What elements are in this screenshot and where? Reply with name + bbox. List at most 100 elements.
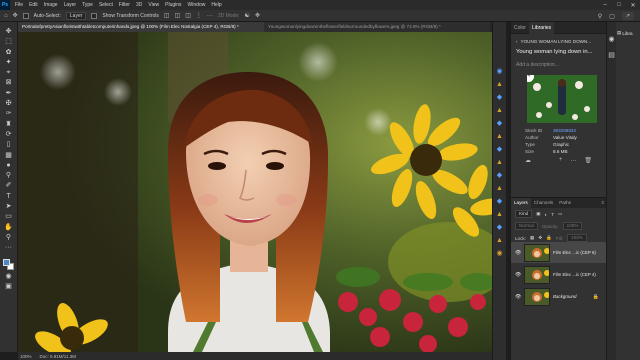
paragraph-icon[interactable]: ◆ xyxy=(495,224,504,232)
move-icon[interactable]: ✥ xyxy=(3,28,15,36)
asset-thumbnail[interactable]: ✎ xyxy=(527,74,597,123)
menu-filter[interactable]: Filter xyxy=(116,2,133,8)
filter-shape-icon[interactable]: ▭ xyxy=(558,211,562,217)
library-back-label[interactable]: YOUNG WOMAN LYING DOWN... xyxy=(521,39,592,44)
share-button[interactable]: ↗ xyxy=(621,12,634,20)
layer-name[interactable]: Film Elec ...ic (CEP 6) xyxy=(553,250,596,255)
menu-select[interactable]: Select xyxy=(96,2,116,8)
lock-pixels-icon[interactable]: ▦ xyxy=(530,235,534,241)
visibility-eye-icon[interactable]: 👁 xyxy=(515,272,521,278)
move-tool-icon[interactable]: ✥ xyxy=(13,12,18,19)
tab-channels[interactable]: Channels xyxy=(531,198,556,208)
color-panel-icon[interactable]: ◉ xyxy=(607,36,616,44)
search-icon[interactable]: ⚲ xyxy=(598,13,602,20)
menu-image[interactable]: Image xyxy=(41,2,61,8)
eraser-icon[interactable]: ▯ xyxy=(3,141,15,149)
gradients-icon[interactable]: ◆ xyxy=(495,120,504,128)
library-add-icon[interactable]: + xyxy=(559,157,563,164)
screen-mode-icon[interactable]: ▣ xyxy=(3,283,15,291)
maximize-icon[interactable]: □ xyxy=(612,0,626,10)
back-arrow-icon[interactable]: ‹ xyxy=(516,39,518,44)
plugins-icon[interactable]: ◉ xyxy=(495,250,504,258)
libraries-panel-icon[interactable]: ▤ xyxy=(607,52,616,60)
hand-icon[interactable]: ✋ xyxy=(3,224,15,232)
menu-view[interactable]: View xyxy=(145,2,162,8)
layer-name[interactable]: Film Elec ...ic (CEP 4) xyxy=(553,272,596,277)
layer-lock-icon[interactable]: 🔒 xyxy=(593,294,599,300)
visibility-eye-icon[interactable]: 👁 xyxy=(515,294,521,300)
blur-icon[interactable]: ● xyxy=(3,162,15,170)
menu-layer[interactable]: Layer xyxy=(61,2,80,8)
tab-layers[interactable]: Layers xyxy=(511,198,531,208)
visibility-eye-icon[interactable]: 👁 xyxy=(515,250,521,256)
foreground-color-swatch[interactable] xyxy=(2,258,10,266)
tab-color[interactable]: Color xyxy=(511,22,529,34)
more-options-icon[interactable]: ··· xyxy=(207,13,213,19)
opacity-field[interactable]: 100% xyxy=(562,222,583,230)
lasso-icon[interactable]: ✿ xyxy=(3,49,15,57)
quick-select-icon[interactable]: ✦ xyxy=(3,59,15,67)
document-tab-active[interactable]: PortraitofprettyAsianfloristwithtabletco… xyxy=(18,22,264,32)
properties-icon[interactable]: ◆ xyxy=(495,146,504,154)
menu-window[interactable]: Window xyxy=(185,2,209,8)
filter-adjust-icon[interactable]: ◐ xyxy=(545,212,548,217)
swatches-icon[interactable]: ◆ xyxy=(495,94,504,102)
dodge-icon[interactable]: ⚲ xyxy=(3,172,15,180)
align-right-icon[interactable]: ◫ xyxy=(185,12,191,19)
layer-row[interactable]: 👁 Film Elec ...ic (CEP 4) xyxy=(511,264,607,285)
adjustments-icon[interactable]: ◉ xyxy=(495,68,504,76)
3d-pan-icon[interactable]: ✥ xyxy=(255,12,260,19)
navigator-icon[interactable]: ▲ xyxy=(495,237,504,245)
align-center-icon[interactable]: ◫ xyxy=(175,12,181,19)
filter-kind-dropdown[interactable]: Kind xyxy=(515,210,533,218)
distribute-icon[interactable]: ⋮ xyxy=(196,12,202,19)
tab-libraries[interactable]: Libraries xyxy=(528,21,555,34)
menu-3d[interactable]: 3D xyxy=(133,2,145,8)
brush-settings-icon[interactable]: ▲ xyxy=(495,81,504,89)
type-icon[interactable]: T xyxy=(3,193,15,201)
menu-type[interactable]: Type xyxy=(79,2,96,8)
trash-icon[interactable]: 🗑 xyxy=(584,157,592,164)
crop-icon[interactable]: ⌖ xyxy=(3,69,15,77)
info-icon[interactable]: ◆ xyxy=(495,198,504,206)
path-select-icon[interactable]: ➤ xyxy=(3,203,15,211)
align-left-icon[interactable]: ◫ xyxy=(164,12,170,19)
marquee-icon[interactable]: ⬚ xyxy=(3,38,15,46)
patterns-icon[interactable]: ▲ xyxy=(495,133,504,141)
styles-icon[interactable]: ▲ xyxy=(495,107,504,115)
clone-stamp-icon[interactable]: ♜ xyxy=(3,121,15,129)
healing-brush-icon[interactable]: ✠ xyxy=(3,100,15,108)
menu-plugins[interactable]: Plugins xyxy=(162,2,184,8)
document-info[interactable]: Doc: 5.91M/11.3M xyxy=(40,354,76,359)
channels-icon[interactable]: ▲ xyxy=(495,185,504,193)
menu-file[interactable]: File xyxy=(12,2,26,8)
zoom-level[interactable]: 100% xyxy=(20,354,32,359)
gradient-icon[interactable]: ▦ xyxy=(3,152,15,160)
filter-type-icon[interactable]: T xyxy=(551,212,554,217)
home-icon[interactable]: ⌂ xyxy=(4,13,8,19)
filter-image-icon[interactable]: ▣ xyxy=(536,211,540,217)
document-tab-inactive[interactable]: Youngwomanlyingdownintheflowerfieldsurro… xyxy=(264,22,490,32)
libraries-panel-label[interactable]: ▤ Libra xyxy=(616,22,640,44)
actions-icon[interactable]: ◆ xyxy=(495,172,504,180)
layer-name[interactable]: Background xyxy=(553,294,576,299)
lock-all-icon[interactable]: 🔒 xyxy=(546,235,552,241)
document-canvas[interactable] xyxy=(18,32,492,352)
frame-icon[interactable]: ⊠ xyxy=(3,79,15,87)
cloud-icon[interactable]: ☁ xyxy=(525,157,531,164)
layer-row[interactable]: 👁 Background 🔒 xyxy=(511,286,607,307)
pen-icon[interactable]: ✐ xyxy=(3,182,15,190)
3d-orbit-icon[interactable]: ☯ xyxy=(245,12,250,19)
auto-select-checkbox[interactable] xyxy=(22,12,29,19)
workspace-icon[interactable]: ▢ xyxy=(609,13,615,20)
lock-position-icon[interactable]: ✥ xyxy=(538,235,542,241)
tab-paths[interactable]: Paths xyxy=(556,198,574,208)
layer-row[interactable]: 👁 Film Elec ...ic (CEP 6) xyxy=(511,242,607,263)
eyedropper-icon[interactable]: ✒ xyxy=(3,90,15,98)
quick-mask-icon[interactable]: ◉ xyxy=(3,273,15,281)
more-tools-icon[interactable]: ··· xyxy=(3,244,15,252)
show-transform-checkbox[interactable] xyxy=(91,12,98,19)
minimize-icon[interactable]: – xyxy=(598,0,612,10)
close-icon[interactable]: ✕ xyxy=(626,0,640,10)
blend-mode-dropdown[interactable]: Normal xyxy=(515,222,538,230)
